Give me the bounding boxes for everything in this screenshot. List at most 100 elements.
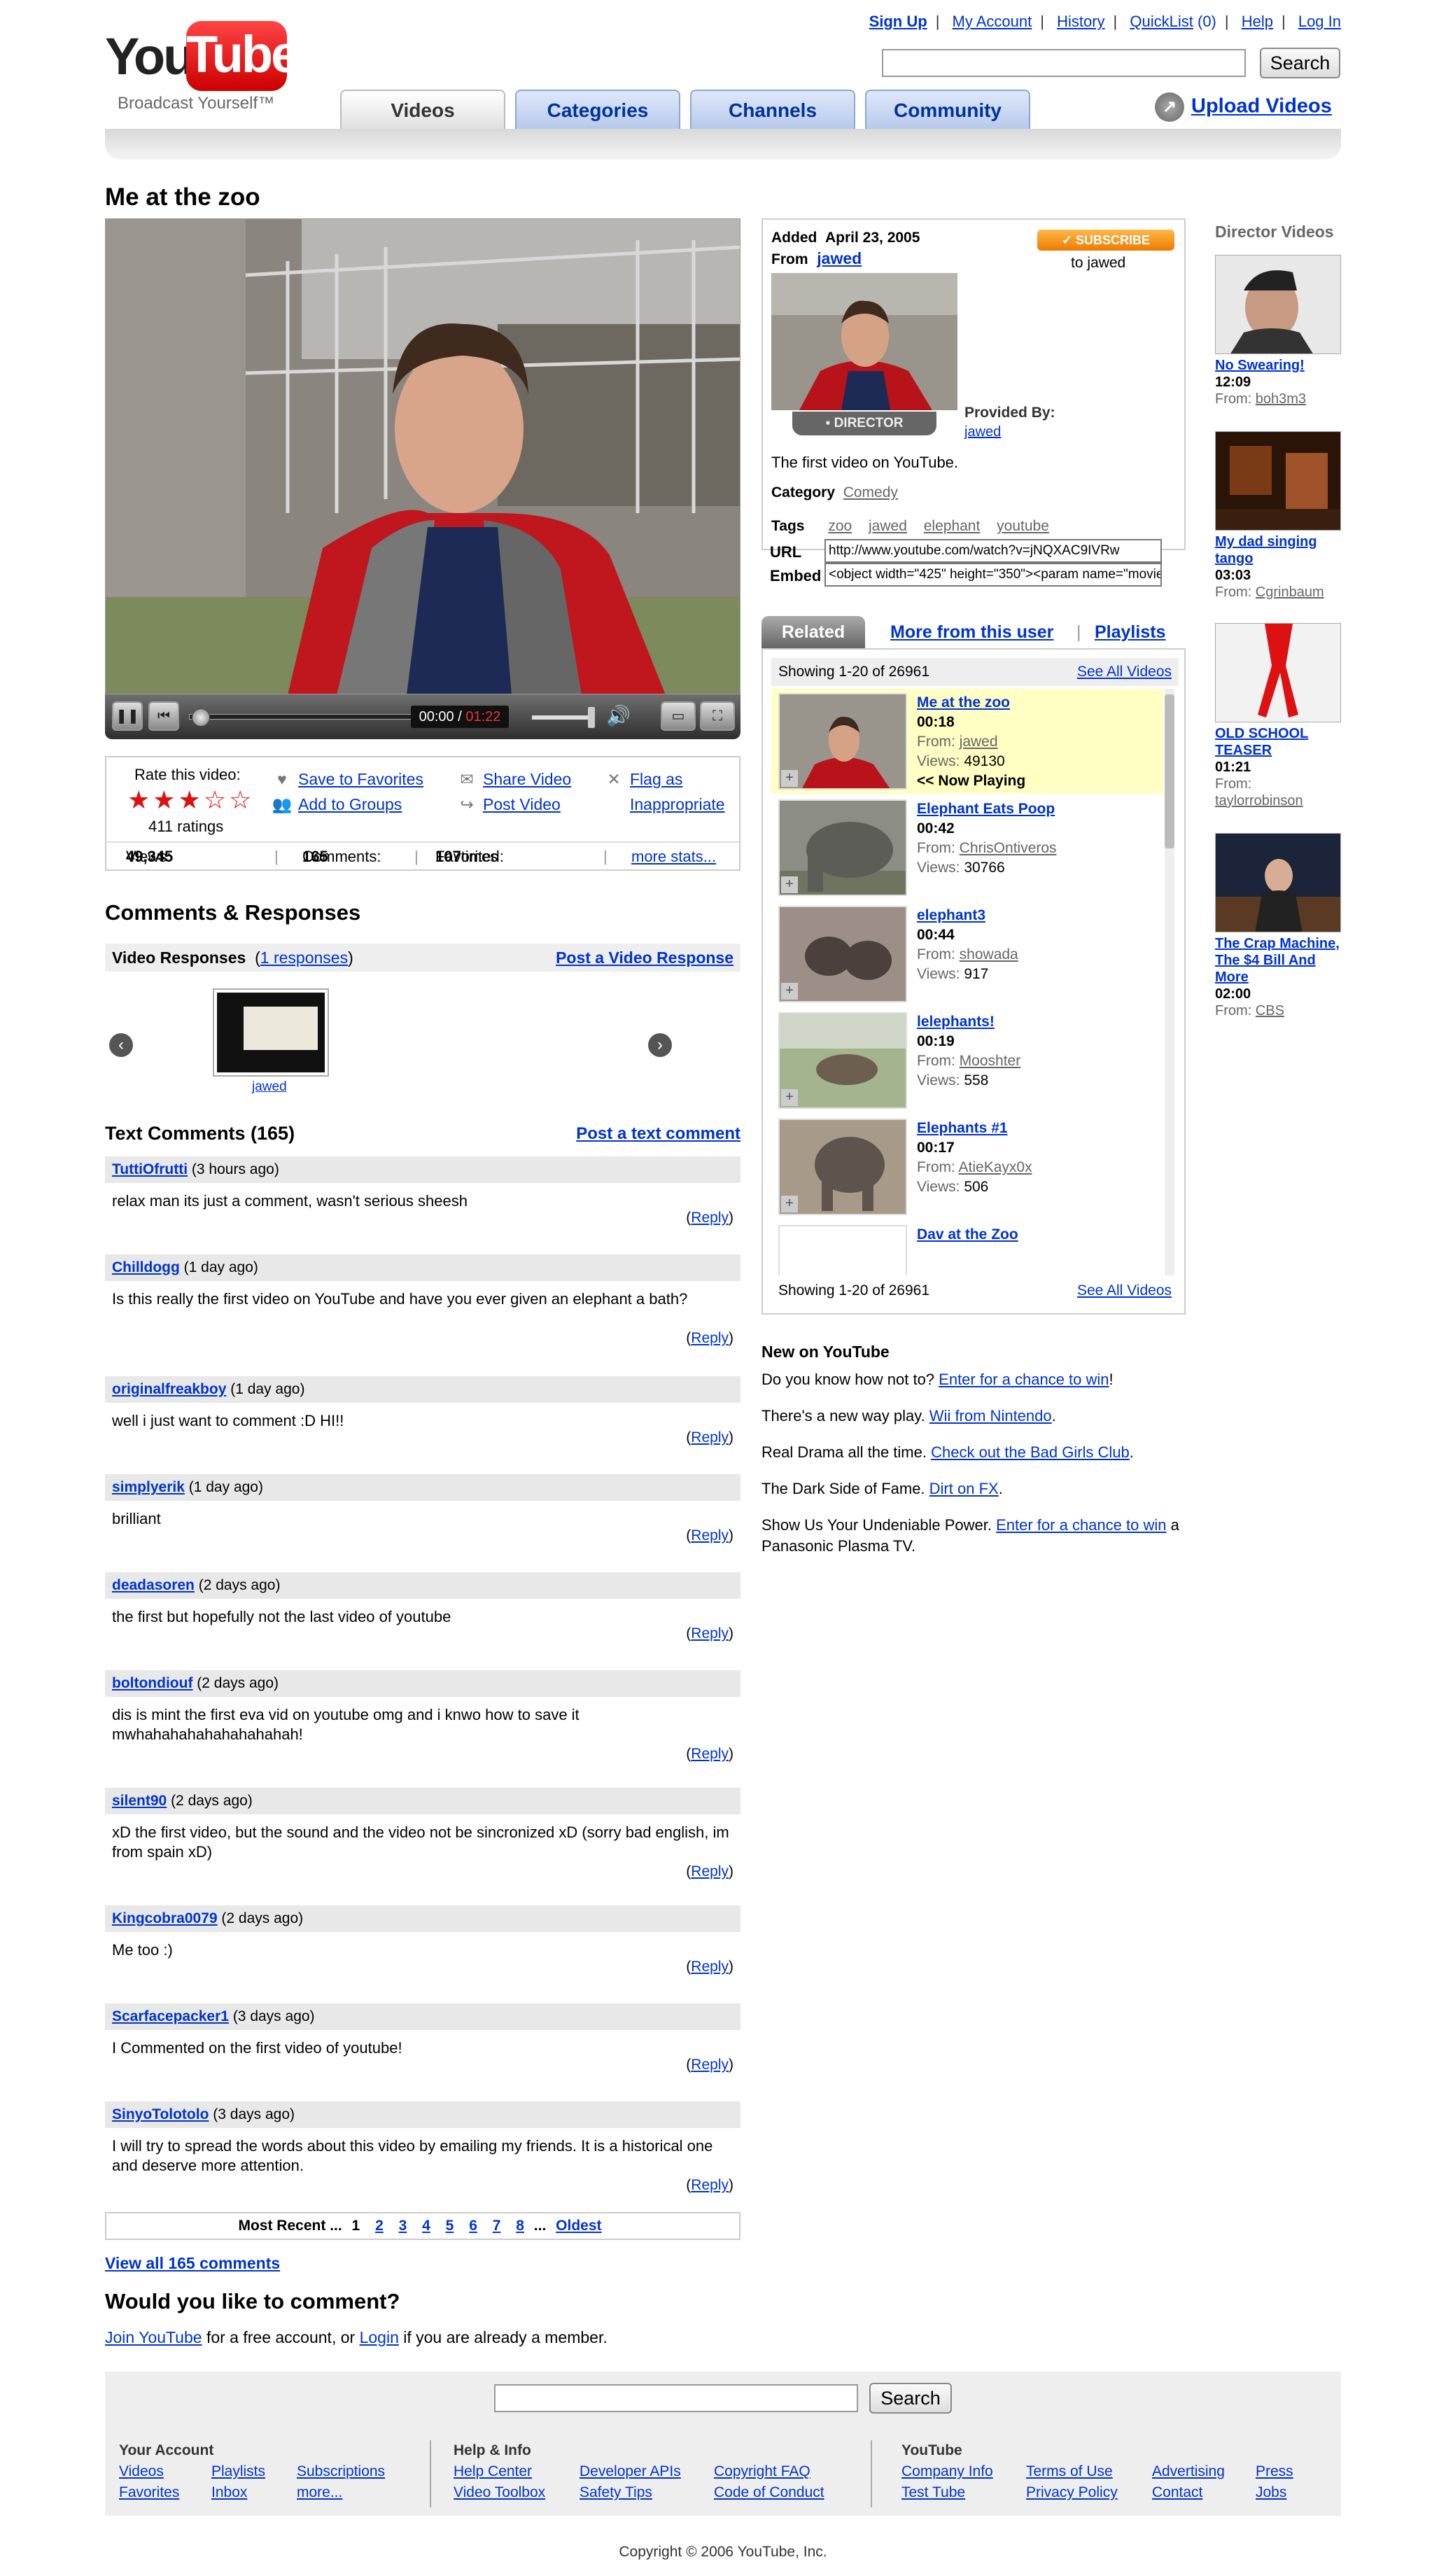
director-video-from[interactable]: Cgrinbaum bbox=[1256, 584, 1324, 600]
seek-handle[interactable] bbox=[192, 708, 210, 727]
post-video-response-link[interactable]: Post a Video Response bbox=[556, 944, 733, 972]
footer-link[interactable]: Press bbox=[1256, 2461, 1293, 2482]
reply-link[interactable]: Reply bbox=[691, 2057, 729, 2073]
pager-page[interactable]: 7 bbox=[493, 2218, 501, 2234]
director-video-item[interactable]: The Crap Machine, The $4 Bill And More 02… bbox=[1215, 833, 1341, 1019]
footer-link[interactable]: Privacy Policy bbox=[1026, 2482, 1118, 2503]
add-to-quicklist-icon[interactable]: + bbox=[781, 876, 798, 893]
related-title[interactable]: lelephants! bbox=[917, 1014, 995, 1030]
provided-by-user[interactable]: jawed bbox=[964, 424, 1001, 440]
add-to-groups[interactable]: 👥 Add to Groups bbox=[272, 795, 402, 814]
comment-user[interactable]: deadasoren bbox=[112, 1577, 195, 1593]
more-stats-link[interactable]: more stats... bbox=[631, 843, 716, 871]
tag-link[interactable]: jawed bbox=[869, 518, 907, 534]
embed-field[interactable]: <object width="425" height="350"><param … bbox=[824, 563, 1162, 587]
related-thumbnail[interactable]: + bbox=[778, 1119, 907, 1215]
share-video[interactable]: ✉ Share Video bbox=[456, 770, 571, 789]
director-thumbnail[interactable] bbox=[1215, 255, 1341, 354]
pager-page[interactable]: 2 bbox=[375, 2218, 384, 2234]
inappropriate-label[interactable]: Inappropriate bbox=[630, 795, 725, 813]
quicklist-link[interactable]: QuickList bbox=[1130, 13, 1193, 30]
pager-page[interactable]: 4 bbox=[422, 2218, 430, 2234]
reply-link[interactable]: Reply bbox=[691, 1625, 729, 1642]
footer-link[interactable]: Subscriptions bbox=[297, 2461, 385, 2482]
director-video-title[interactable]: OLD SCHOOL TEASER bbox=[1215, 726, 1308, 758]
prev-arrow-icon[interactable]: ‹ bbox=[109, 1033, 133, 1057]
footer-link[interactable]: Test Tube bbox=[901, 2484, 965, 2500]
related-item[interactable]: + elephant3 00:44 From: showada Views: 917 bbox=[771, 902, 1163, 1007]
director-thumbnail[interactable] bbox=[1215, 833, 1341, 932]
promo-link[interactable]: Wii from Nintendo bbox=[929, 1407, 1052, 1424]
reply-link[interactable]: Reply bbox=[691, 1210, 729, 1226]
related-from[interactable]: AtieKayx0x bbox=[959, 1159, 1032, 1175]
related-from[interactable]: ChrisOntiveros bbox=[960, 840, 1057, 856]
director-video-from[interactable]: taylorrobinson bbox=[1215, 793, 1303, 808]
add-to-quicklist-icon[interactable]: + bbox=[781, 983, 798, 1000]
director-video-title[interactable]: My dad singing tango bbox=[1215, 534, 1317, 566]
related-from[interactable]: showada bbox=[960, 946, 1018, 962]
view-all-comments-link[interactable]: View all 165 comments bbox=[105, 2254, 280, 2273]
tab-channels[interactable]: Channels bbox=[690, 90, 855, 129]
reply-link[interactable]: Reply bbox=[691, 1527, 729, 1544]
reply-link[interactable]: Reply bbox=[691, 2177, 729, 2193]
volume-slider[interactable] bbox=[532, 715, 595, 720]
comment-user[interactable]: Kingcobra0079 bbox=[112, 1910, 218, 1926]
related-thumbnail[interactable] bbox=[778, 1225, 907, 1275]
related-thumbnail[interactable]: + bbox=[778, 906, 907, 1002]
footer-search-input[interactable] bbox=[494, 2384, 858, 2412]
footer-link[interactable]: Safety Tips bbox=[580, 2482, 652, 2503]
tab-categories[interactable]: Categories bbox=[515, 90, 680, 129]
director-video-item[interactable]: No Swearing! 12:09 From: boh3m3 bbox=[1215, 255, 1341, 407]
related-item[interactable]: + Elephants #1 00:17 From: AtieKayx0x Views… bbox=[771, 1114, 1163, 1219]
promo-link[interactable]: Enter for a chance to win bbox=[939, 1371, 1109, 1388]
volume-handle[interactable] bbox=[588, 707, 595, 728]
related-item[interactable]: + lelephants! 00:19 From: Mooshter Views: 5… bbox=[771, 1008, 1163, 1113]
comment-user[interactable]: originalfreakboy bbox=[112, 1381, 226, 1397]
tab-videos[interactable]: Videos bbox=[340, 90, 505, 129]
footer-link[interactable]: Playlists bbox=[211, 2461, 265, 2482]
embed-size-button[interactable]: ▭ bbox=[661, 701, 696, 731]
add-to-quicklist-icon[interactable]: + bbox=[781, 770, 798, 787]
footer-search-button[interactable]: Search bbox=[869, 2383, 952, 2414]
related-title[interactable]: Elephants #1 bbox=[917, 1120, 1008, 1136]
related-thumbnail[interactable]: + bbox=[778, 799, 907, 896]
login-link[interactable]: Log In bbox=[1298, 13, 1341, 30]
related-item[interactable]: + Elephant Eats Poop 00:42 From: ChrisOnti… bbox=[771, 795, 1163, 900]
signup-link[interactable]: Sign Up bbox=[869, 13, 927, 30]
add-to-quicklist-icon[interactable]: + bbox=[781, 1196, 798, 1212]
tab-related[interactable]: Related bbox=[761, 616, 865, 648]
url-field[interactable]: http://www.youtube.com/watch?v=jNQXAC9IV… bbox=[824, 539, 1162, 563]
comment-user[interactable]: boltondiouf bbox=[112, 1675, 192, 1691]
comment-user[interactable]: TuttiOfrutti bbox=[112, 1161, 188, 1177]
uploader-link[interactable]: jawed bbox=[817, 249, 862, 267]
comment-user[interactable]: Chilldogg bbox=[112, 1259, 180, 1275]
reply-link[interactable]: Reply bbox=[691, 1746, 729, 1762]
footer-link[interactable]: Company Info bbox=[901, 2463, 993, 2479]
tag-link[interactable]: zoo bbox=[828, 518, 852, 534]
youtube-logo[interactable]: You Tube Broadcast Yourself™ bbox=[105, 21, 300, 119]
reply-link[interactable]: Reply bbox=[691, 1429, 729, 1446]
comment-user[interactable]: simplyerik bbox=[112, 1479, 185, 1495]
director-thumbnail[interactable] bbox=[1215, 623, 1341, 722]
category-link[interactable]: Comedy bbox=[843, 484, 898, 500]
footer-link[interactable]: Terms of Use bbox=[1026, 2461, 1113, 2482]
reply-link[interactable]: Reply bbox=[691, 1330, 729, 1346]
footer-link[interactable]: Copyright FAQ bbox=[714, 2461, 810, 2482]
comment-user[interactable]: SinyoTolotolo bbox=[112, 2106, 209, 2122]
pager-page[interactable]: 5 bbox=[446, 2218, 454, 2234]
related-thumbnail[interactable]: + bbox=[778, 1012, 907, 1109]
comment-user[interactable]: Scarfacepacker1 bbox=[112, 2008, 229, 2024]
upload-videos-link[interactable]: ↗ Upload Videos bbox=[1155, 92, 1332, 122]
footer-link[interactable]: Jobs bbox=[1256, 2482, 1286, 2503]
post-video[interactable]: ↪ Post Video bbox=[456, 795, 560, 814]
next-arrow-icon[interactable]: › bbox=[648, 1033, 672, 1057]
help-link[interactable]: Help bbox=[1242, 13, 1273, 30]
related-title[interactable]: Me at the zoo bbox=[917, 694, 1010, 710]
tab-more-from-user[interactable]: More from this user bbox=[890, 616, 1053, 648]
see-all-videos-link[interactable]: See All Videos bbox=[1077, 1277, 1172, 1305]
footer-link[interactable]: Developer APIs bbox=[580, 2461, 681, 2482]
tab-playlists[interactable]: Playlists bbox=[1095, 616, 1165, 648]
director-video-title[interactable]: The Crap Machine, The $4 Bill And More bbox=[1215, 936, 1340, 985]
see-all-videos-link[interactable]: See All Videos bbox=[1077, 658, 1172, 686]
footer-link[interactable]: Video Toolbox bbox=[454, 2484, 545, 2500]
